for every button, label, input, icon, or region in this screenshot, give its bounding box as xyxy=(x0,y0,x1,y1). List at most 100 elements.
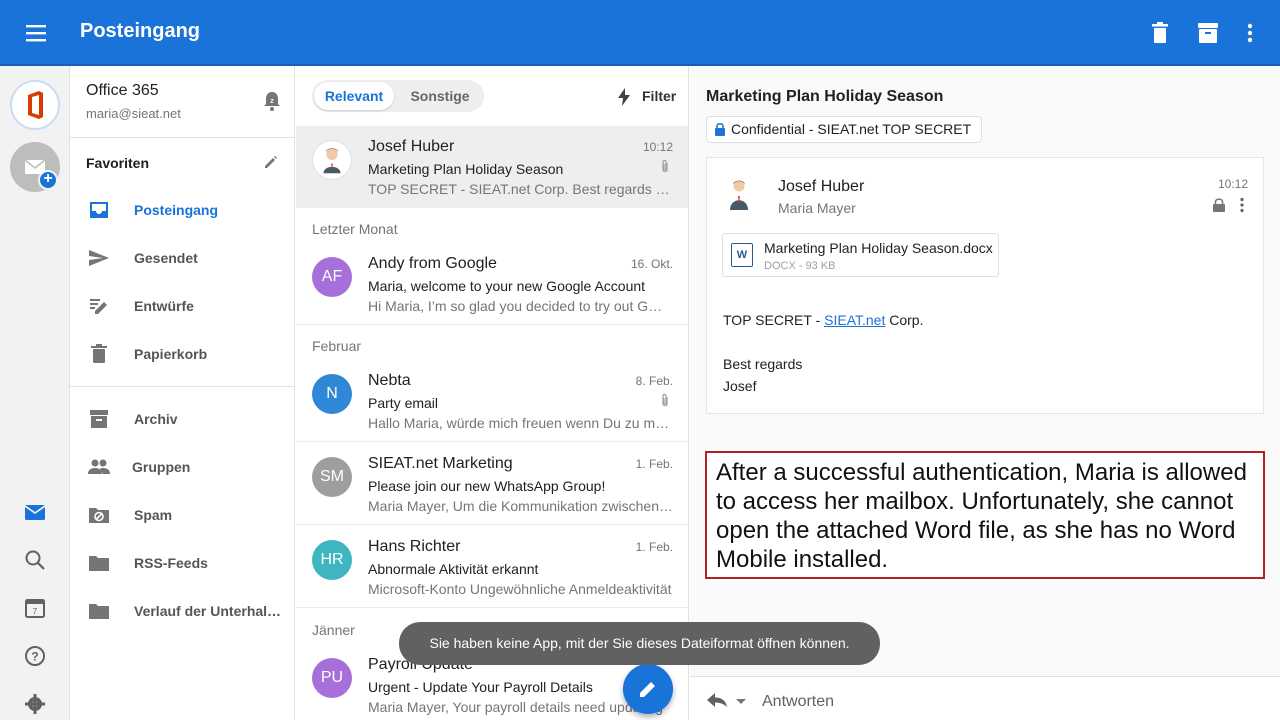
attachment-icon xyxy=(662,393,668,407)
folder-item-entwuerfe[interactable]: Entwürfe xyxy=(70,286,295,326)
message-item[interactable]: HR Hans Richter 1. Feb. Abnormale Aktivi… xyxy=(296,526,688,608)
section-header: Jänner xyxy=(312,622,355,638)
section-header: Letzter Monat xyxy=(312,221,398,237)
message-sender: Andy from Google xyxy=(368,255,497,272)
message-preview: Microsoft-Konto Ungewöhnliche Anmeldeakt… xyxy=(368,581,672,597)
more-options-icon[interactable] xyxy=(1237,20,1263,46)
avatar: HR xyxy=(312,540,352,580)
account-email: maria@sieat.net xyxy=(86,106,181,121)
message-subject: Maria, welcome to your new Google Accoun… xyxy=(368,278,646,294)
spam-icon xyxy=(89,508,109,523)
message-preview: TOP SECRET - SIEAT.net Corp. Best regard… xyxy=(368,181,673,197)
page-title: Posteingang xyxy=(80,20,201,42)
mail-nav-icon[interactable] xyxy=(22,500,48,526)
more-options-icon[interactable] xyxy=(1239,197,1245,213)
message-date: 1. Feb. xyxy=(635,457,673,471)
reply-icon[interactable] xyxy=(706,692,728,708)
compose-button[interactable] xyxy=(623,664,673,714)
email-time: 10:12 xyxy=(1217,177,1248,191)
message-subject: Please join our new WhatsApp Group! xyxy=(368,478,606,494)
email-card: Josef Huber Maria Mayer 10:12 W Marketin… xyxy=(706,157,1264,414)
email-to: Maria Mayer xyxy=(778,200,856,216)
email-from: Josef Huber xyxy=(778,178,865,195)
message-sender: Hans Richter xyxy=(368,538,461,555)
tab-sonstige[interactable]: Sonstige xyxy=(398,82,482,110)
message-date: 1. Feb. xyxy=(635,540,673,554)
message-preview: Maria Mayer, Um die Kommunikation zwisch… xyxy=(368,498,673,514)
body-link[interactable]: SIEAT.net xyxy=(824,312,885,328)
lightning-icon xyxy=(618,88,630,106)
office-logo-icon xyxy=(28,91,43,119)
folder-label: Entwürfe xyxy=(134,298,194,314)
folder-pane: Office 365 maria@sieat.net z Favoriten P… xyxy=(70,66,295,720)
folder-item-posteingang[interactable]: Posteingang xyxy=(70,190,295,230)
message-subject: Abnormale Aktivität erkannt xyxy=(368,561,539,577)
calendar-icon[interactable]: 7 xyxy=(22,595,48,621)
message-item[interactable]: AF Andy from Google 16. Okt. Maria, welc… xyxy=(296,243,688,325)
toast-message: Sie haben keine App, mit der Sie dieses … xyxy=(399,622,880,665)
folder-label: Spam xyxy=(134,507,173,523)
inbox-icon xyxy=(90,202,108,218)
message-sender: Nebta xyxy=(368,372,411,389)
folder-item-papierkorb[interactable]: Papierkorb xyxy=(70,334,295,374)
sensitivity-label-text: Confidential - SIEAT.net TOP SECRET xyxy=(731,121,972,137)
menu-icon[interactable] xyxy=(24,22,48,44)
message-preview: Hallo Maria, würde mich freuen wenn Du z… xyxy=(368,415,673,431)
sensitivity-label[interactable]: Confidential - SIEAT.net TOP SECRET xyxy=(706,116,983,143)
folder-item-archiv[interactable]: Archiv xyxy=(70,399,295,439)
avatar: SM xyxy=(312,457,352,497)
message-item[interactable]: Josef Huber 10:12 Marketing Plan Holiday… xyxy=(296,126,688,208)
folder-item-spam[interactable]: Spam xyxy=(70,495,295,535)
message-item[interactable]: SM SIEAT.net Marketing 1. Feb. Please jo… xyxy=(296,443,688,525)
svg-text:z: z xyxy=(270,98,274,105)
message-item[interactable]: N Nebta 8. Feb. Party email Hallo Maria,… xyxy=(296,360,688,442)
help-icon[interactable]: ? xyxy=(22,643,48,669)
attachment-name: Marketing Plan Holiday Season.docx xyxy=(764,240,993,256)
word-file-icon: W xyxy=(731,243,753,267)
message-date: 8. Feb. xyxy=(635,374,673,388)
lock-icon xyxy=(1213,198,1225,212)
search-icon[interactable] xyxy=(22,547,48,573)
message-preview: Hi Maria, I’m so glad you decided to try… xyxy=(368,298,673,314)
reply-button[interactable]: Antworten xyxy=(762,693,834,711)
office365-account-avatar[interactable] xyxy=(10,80,60,130)
folder-item-gruppen[interactable]: Gruppen xyxy=(70,447,295,487)
avatar xyxy=(312,140,352,180)
folder-label: RSS-Feeds xyxy=(134,555,208,571)
folder-icon xyxy=(89,556,109,571)
account-rail: + 7 ? xyxy=(0,66,70,720)
settings-icon[interactable] xyxy=(22,691,48,717)
folder-item-gesendet[interactable]: Gesendet xyxy=(70,238,295,278)
add-account-icon[interactable]: + xyxy=(38,170,58,190)
edit-favorites-icon[interactable] xyxy=(263,154,279,170)
top-app-bar: Posteingang xyxy=(0,0,1280,66)
avatar: AF xyxy=(312,257,352,297)
avatar: N xyxy=(312,374,352,414)
attachment-icon xyxy=(662,159,668,173)
filter-label: Filter xyxy=(642,88,677,104)
folder-item-rss-feeds[interactable]: RSS-Feeds xyxy=(70,543,295,583)
delete-icon[interactable] xyxy=(1147,20,1173,46)
archive-icon[interactable] xyxy=(1195,20,1221,46)
divider xyxy=(70,137,295,138)
lock-icon xyxy=(715,122,725,136)
notification-bell-icon[interactable]: z xyxy=(262,90,282,112)
folder-label: Archiv xyxy=(134,411,178,427)
section-header: Februar xyxy=(312,338,362,354)
favorites-heading: Favoriten xyxy=(86,155,150,171)
message-sender: Josef Huber xyxy=(368,138,455,155)
message-subject: Marketing Plan Holiday Season xyxy=(368,161,564,177)
tab-relevant[interactable]: Relevant xyxy=(314,82,394,110)
avatar: PU xyxy=(312,658,352,698)
message-date: 16. Okt. xyxy=(630,257,673,271)
attachment-card[interactable]: W Marketing Plan Holiday Season.docx DOC… xyxy=(722,233,999,277)
trash-icon xyxy=(91,344,107,363)
reply-options-chevron-down-icon[interactable] xyxy=(736,699,746,704)
folder-label: Papierkorb xyxy=(134,346,208,362)
body-text-suffix: Corp. xyxy=(885,312,924,328)
message-subject: Party email xyxy=(368,395,439,411)
archive-icon xyxy=(90,410,108,428)
svg-text:?: ? xyxy=(31,650,38,664)
folder-item-verlauf[interactable]: Verlauf der Unterhaltungen xyxy=(70,591,295,631)
folder-label: Posteingang xyxy=(134,202,219,218)
